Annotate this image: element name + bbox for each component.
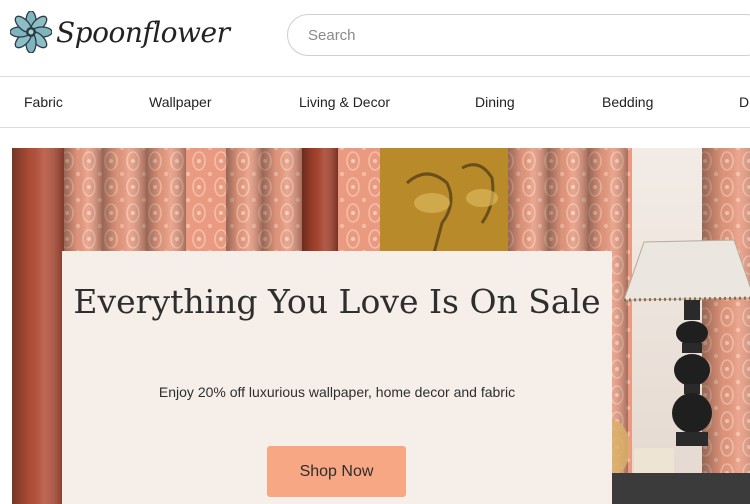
flower-logo-icon: [10, 11, 52, 53]
promo-title: Everything You Love Is On Sale: [73, 282, 601, 321]
shop-now-button[interactable]: Shop Now: [267, 446, 406, 497]
promo-subtitle: Enjoy 20% off luxurious wallpaper, home …: [158, 384, 516, 400]
search-input[interactable]: [308, 15, 728, 55]
nav-item-more[interactable]: D: [739, 77, 749, 127]
nav-item-fabric[interactable]: Fabric: [24, 77, 63, 127]
search-bar[interactable]: [287, 14, 750, 56]
nav-item-bedding[interactable]: Bedding: [602, 77, 653, 127]
logo[interactable]: Spoonflower: [10, 8, 230, 56]
nav-item-living-decor[interactable]: Living & Decor: [299, 77, 390, 127]
category-nav: Fabric Wallpaper Living & Decor Dining B…: [0, 76, 750, 128]
promo-card: Everything You Love Is On Sale Enjoy 20%…: [62, 251, 612, 504]
logo-wordmark: Spoonflower: [56, 15, 230, 49]
nav-item-wallpaper[interactable]: Wallpaper: [149, 77, 212, 127]
site-header: Spoonflower: [0, 0, 750, 76]
nav-item-dining[interactable]: Dining: [475, 77, 515, 127]
